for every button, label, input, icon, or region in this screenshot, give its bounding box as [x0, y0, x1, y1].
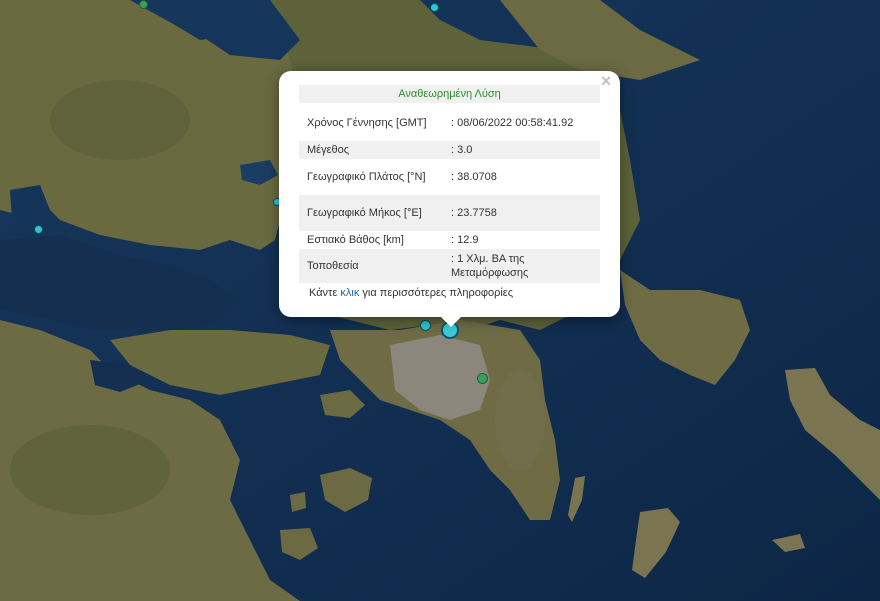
land-texture-2 [10, 425, 170, 515]
close-icon[interactable]: × [598, 72, 614, 90]
row-value: : 12.9 [451, 234, 479, 246]
earthquake-details-table: Χρόνος Γέννησης [GMT] : 08/06/2022 00:58… [299, 105, 600, 283]
row-value: : 08/06/2022 00:58:41.92 [451, 117, 574, 129]
more-info-suffix: για περισσότερες πληροφορίες [362, 287, 513, 299]
row-label: Χρόνος Γέννησης [GMT] [307, 117, 427, 129]
more-info-prefix: Κάντε [309, 287, 338, 299]
land-texture-3 [495, 370, 545, 470]
row-value: : 38.0708 [451, 171, 497, 183]
row-label: Μέγεθος [299, 141, 443, 159]
row-label: Γεωγραφικό Πλάτος [°N] [307, 171, 426, 183]
row-value: : 1 Χλμ. ΒΑ της Μεταμόρφωσης [443, 249, 600, 283]
popup-tip [440, 316, 462, 327]
earthquake-info-popup: × Αναθεωρημένη Λύση Χρόνος Γέννησης [GMT… [279, 71, 620, 317]
popup-content: Αναθεωρημένη Λύση Χρόνος Γέννησης [GMT] … [299, 85, 600, 299]
earthquake-marker[interactable] [139, 0, 148, 9]
table-row: Εστιακό Βάθος [km] : 12.9 [299, 231, 600, 249]
earthquake-marker[interactable] [420, 320, 431, 331]
table-row: Γεωγραφικό Πλάτος [°N] : 38.0708 [299, 159, 600, 195]
earthquake-marker[interactable] [34, 225, 43, 234]
land-texture-1 [50, 80, 190, 160]
row-label: Εστιακό Βάθος [km] [307, 234, 404, 246]
earthquake-marker[interactable] [430, 3, 439, 12]
table-row: Χρόνος Γέννησης [GMT] : 08/06/2022 00:58… [299, 105, 600, 141]
popup-title: Αναθεωρημένη Λύση [299, 85, 600, 103]
more-info-link[interactable]: κλικ [340, 287, 359, 299]
row-value: : 3.0 [443, 141, 600, 159]
row-label: Τοποθεσία [299, 249, 443, 283]
table-row: Γεωγραφικό Μήκος [°E] : 23.7758 [299, 195, 600, 231]
earthquake-marker[interactable] [477, 373, 488, 384]
row-value: : 23.7758 [443, 195, 600, 231]
row-label: Γεωγραφικό Μήκος [°E] [299, 195, 443, 231]
table-row: Μέγεθος : 3.0 [299, 141, 600, 159]
more-info-text: Κάντε κλικ για περισσότερες πληροφορίες [299, 287, 600, 299]
table-row: Τοποθεσία : 1 Χλμ. ΒΑ της Μεταμόρφωσης [299, 249, 600, 283]
